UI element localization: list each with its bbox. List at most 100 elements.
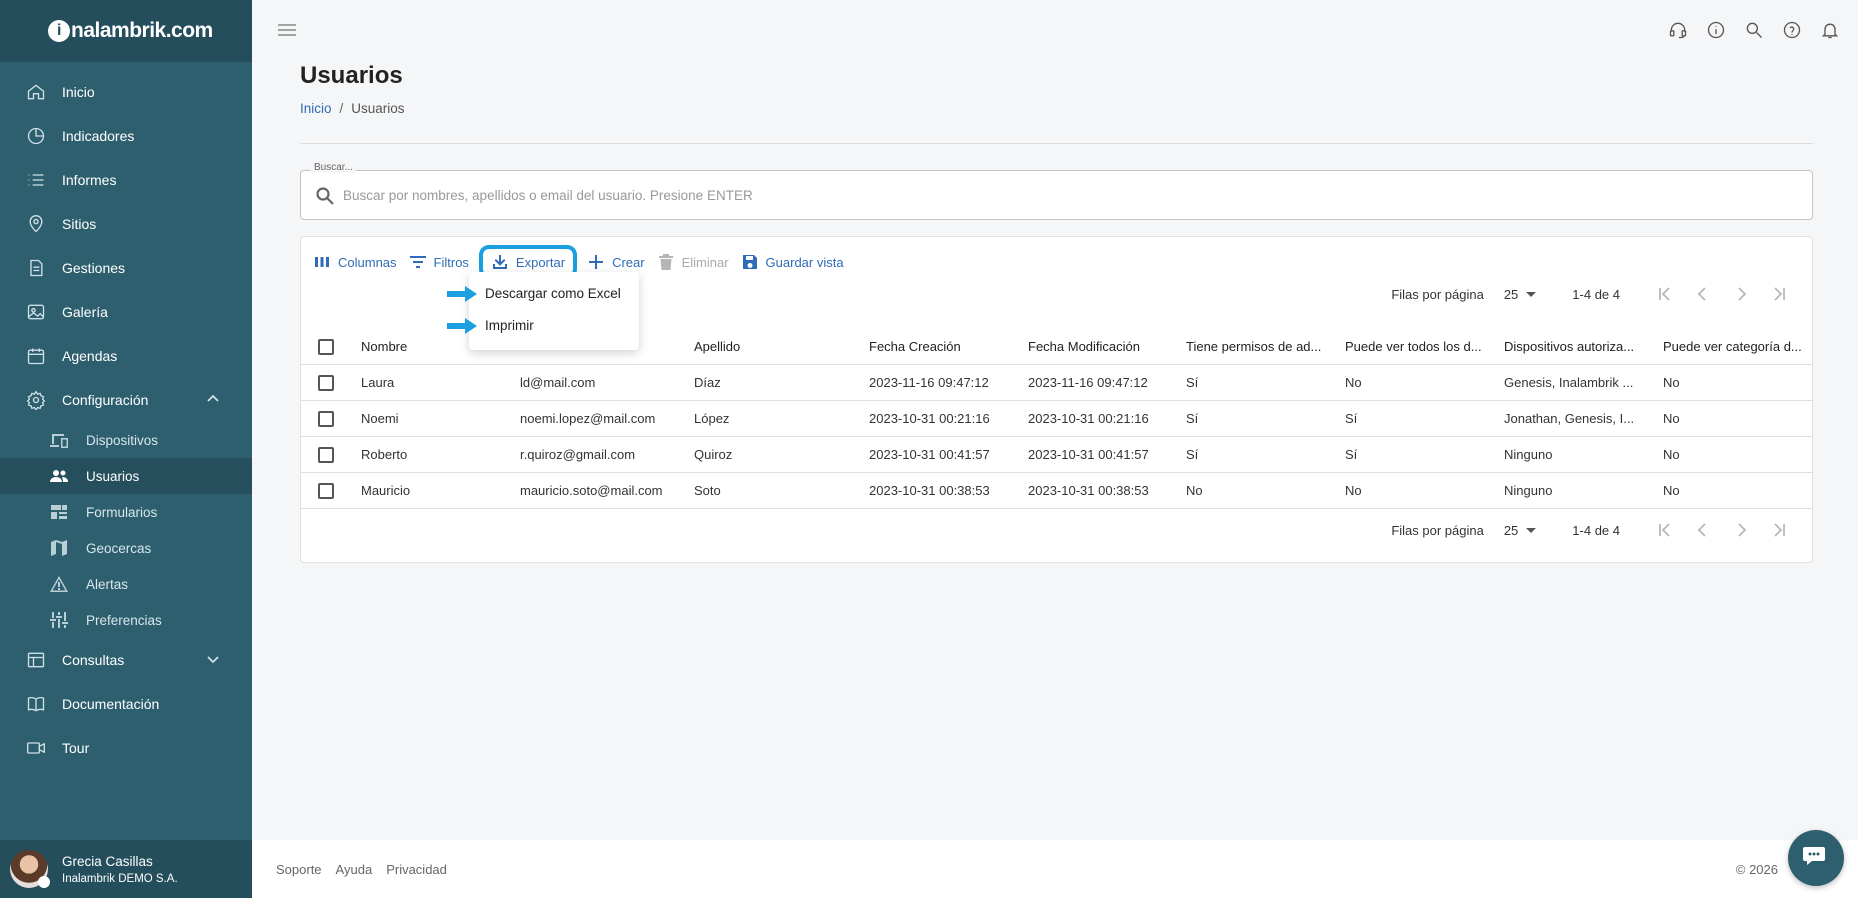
previous-page-icon[interactable] [1684,515,1722,545]
chevron-up-icon[interactable] [206,392,220,406]
sidebar-item-label: Configuración [62,392,149,408]
filter-icon [409,253,427,271]
column-header-ver-todos[interactable]: Puede ver todos los d... [1345,339,1495,354]
breadcrumb-current: Usuarios [351,101,405,116]
select-all-checkbox[interactable] [318,338,334,355]
sliders-icon [48,611,70,629]
sidebar-subitem-dispositivos[interactable]: Dispositivos [0,422,252,458]
sidebar-item-consultas[interactable]: Consultas [0,638,252,682]
first-page-icon[interactable] [1646,279,1684,309]
caret-down-icon [1526,291,1537,297]
sidebar-item-label: Tour [62,740,90,756]
rows-per-page-select[interactable]: 25 [1504,287,1537,302]
cell-categoria: No [1663,375,1680,390]
chat-support-button[interactable] [1788,830,1844,886]
search-icon [315,186,335,206]
info-icon[interactable] [1704,18,1728,42]
columns-icon [313,253,331,271]
page-title: Usuarios [300,62,403,89]
chevron-down-icon[interactable] [206,652,220,666]
footer-link-privacidad[interactable]: Privacidad [386,862,447,877]
sidebar-item-inicio[interactable]: Inicio [0,70,252,114]
last-page-icon[interactable] [1760,279,1798,309]
columns-button[interactable]: Columnas [307,247,403,277]
column-header-permisos-admin[interactable]: Tiene permisos de ad... [1186,339,1336,354]
document-icon [26,258,46,278]
sidebar-subitem-preferencias[interactable]: Preferencias [0,602,252,638]
sidebar-item-label: Galería [62,304,108,320]
sidebar-item-label: Indicadores [62,128,135,144]
row-checkbox[interactable] [318,410,334,427]
cell-email: r.quiroz@gmail.com [520,447,636,462]
breadcrumb-home-link[interactable]: Inicio [300,101,332,116]
forms-icon [48,503,70,521]
sidebar-subitem-geocercas[interactable]: Geocercas [0,530,252,566]
sidebar-item-galeria[interactable]: Galería [0,290,252,334]
sidebar-item-indicadores[interactable]: Indicadores [0,114,252,158]
bell-icon[interactable] [1818,18,1842,42]
search-icon[interactable] [1742,18,1766,42]
footer-links: Soporte Ayuda Privacidad [276,862,447,877]
previous-page-icon[interactable] [1684,279,1722,309]
sidebar-subitem-formularios[interactable]: Formularios [0,494,252,530]
table-row[interactable]: Mauricio mauricio.soto@mail.com Soto 202… [301,473,1812,509]
row-checkbox[interactable] [318,374,334,391]
filters-button[interactable]: Filtros [403,247,475,277]
table-row[interactable]: Laura ld@mail.com Díaz 2023-11-16 09:47:… [301,365,1812,401]
row-checkbox[interactable] [318,482,334,499]
next-page-icon[interactable] [1722,279,1760,309]
table-row[interactable]: Roberto r.quiroz@gmail.com Quiroz 2023-1… [301,437,1812,473]
sidebar-subitem-usuarios[interactable]: Usuarios [0,458,252,494]
rows-per-page-select[interactable]: 25 [1504,523,1537,538]
column-header-fecha-modificacion[interactable]: Fecha Modificación [1028,339,1178,354]
row-checkbox[interactable] [318,446,334,463]
search-input[interactable] [343,171,1743,219]
sidebar-item-configuracion[interactable]: Configuración [0,378,252,422]
sidebar-subitem-alertas[interactable]: Alertas [0,566,252,602]
columns-label: Columnas [338,254,397,270]
sidebar-item-documentacion[interactable]: Documentación [0,682,252,726]
page-range: 1-4 de 4 [1572,522,1620,538]
column-header-fecha-creacion[interactable]: Fecha Creación [869,339,1019,354]
save-view-button[interactable]: Guardar vista [735,247,850,277]
last-page-icon[interactable] [1760,515,1798,545]
cell-nombre: Mauricio [361,483,411,498]
footer-link-soporte[interactable]: Soporte [276,862,322,877]
column-header-categoria[interactable]: Puede ver categoría d... [1663,339,1812,354]
copyright: © 2026 [1735,862,1778,877]
footer-link-ayuda[interactable]: Ayuda [336,862,373,877]
brand-logo[interactable]: i nalambrik.com [48,19,213,43]
delete-button[interactable]: Eliminar [651,247,735,277]
help-icon[interactable] [1780,18,1804,42]
cell-fecha-modificacion: 2023-10-31 00:21:16 [1028,411,1149,426]
cell-permisos-admin: Sí [1186,375,1199,390]
cell-dispositivos: Ninguno [1504,483,1553,498]
hamburger-menu-icon[interactable] [276,20,298,40]
cell-permisos-admin: No [1186,483,1203,498]
sidebar-item-label: Agendas [62,348,118,364]
sidebar-item-sitios[interactable]: Sitios [0,202,252,246]
support-headset-icon[interactable] [1666,18,1690,42]
sidebar-item-informes[interactable]: Informes [0,158,252,202]
sidebar-item-agendas[interactable]: Agendas [0,334,252,378]
menu-item-print[interactable]: Imprimir [485,318,534,333]
rows-per-page-label: Filas por página [1391,522,1484,538]
cell-fecha-creacion: 2023-10-31 00:38:53 [869,483,990,498]
delete-label: Eliminar [681,254,729,270]
menu-item-download-excel[interactable]: Descargar como Excel [485,286,621,301]
column-header-dispositivos[interactable]: Dispositivos autoriza... [1504,339,1654,354]
sidebar-item-tour[interactable]: Tour [0,726,252,770]
cell-ver-todos: No [1345,483,1362,498]
cell-fecha-creacion: 2023-11-16 09:47:12 [869,375,989,390]
book-icon [26,694,46,714]
next-page-icon[interactable] [1722,515,1760,545]
first-page-icon[interactable] [1646,515,1684,545]
table-row[interactable]: Noemi noemi.lopez@mail.com López 2023-10… [301,401,1812,437]
footer: Soporte Ayuda Privacidad © 2026 [252,840,1858,898]
devices-icon [48,431,70,449]
cell-nombre: Noemi [361,411,399,426]
column-header-apellido[interactable]: Apellido [694,339,844,354]
sidebar-item-gestiones[interactable]: Gestiones [0,246,252,290]
user-profile[interactable]: Grecia Casillas Inalambrik DEMO S.A. [0,840,252,898]
export-dropdown-menu: Descargar como Excel Imprimir [469,272,639,350]
